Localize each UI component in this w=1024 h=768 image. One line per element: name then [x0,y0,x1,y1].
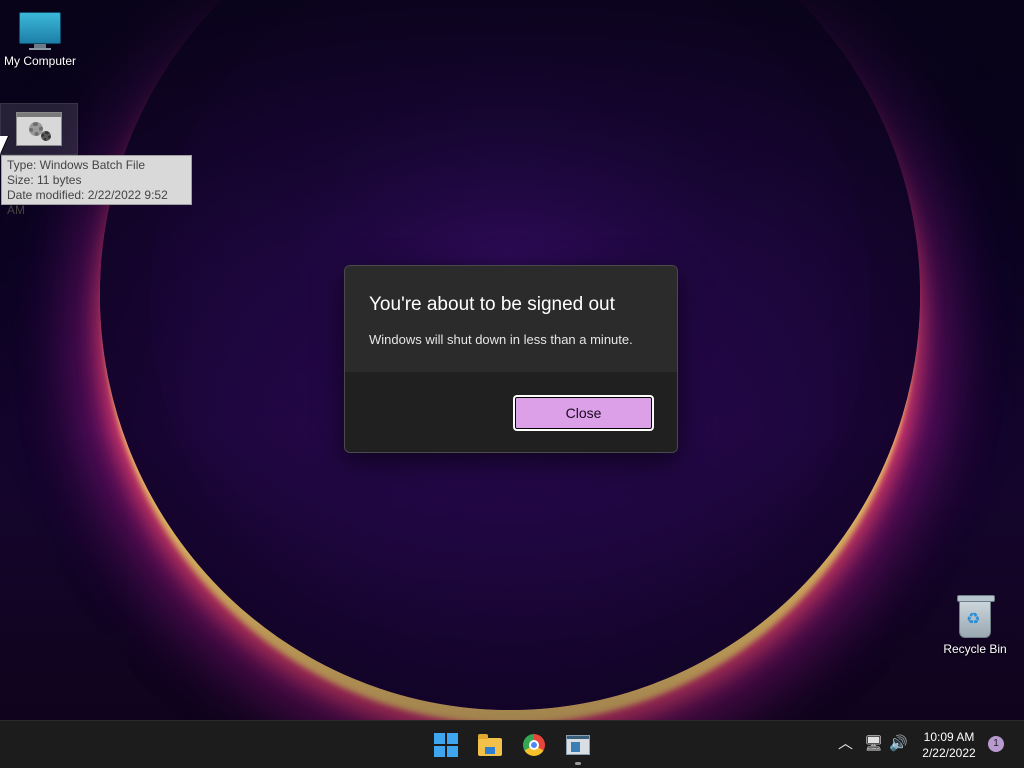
desktop-icon-label: My Computer [3,54,77,68]
batch-file-icon [16,112,62,146]
tooltip-type: Type: Windows Batch File [7,158,146,172]
tooltip-date-modified: Date modified: 2/22/2022 9:52 AM [7,188,168,217]
show-hidden-icons-chevron-icon[interactable]: ︿ [838,734,853,754]
desktop-icon-batch-file[interactable] [0,103,78,155]
dialog-message: Windows will shut down in less than a mi… [369,332,633,347]
sign-out-dialog: You're about to be signed out Windows wi… [344,265,678,453]
monitor-icon [0,12,80,50]
windows-start-icon [434,733,458,757]
close-button[interactable]: Close [513,395,654,431]
notification-badge[interactable]: 1 [988,736,1004,752]
mouse-cursor-icon [0,136,8,154]
tooltip-size: Size: 11 bytes [7,173,82,187]
clock-time: 10:09 AM [923,730,975,744]
dialog-footer: Close [345,372,677,452]
chrome-icon [523,734,545,756]
dialog-title: You're about to be signed out [369,294,615,315]
desktop-icon-recycle-bin[interactable]: ♻ Recycle Bin [935,595,1015,656]
active-app-indicator [575,762,581,765]
app-window-icon [566,735,590,755]
taskbar-app-window[interactable] [562,729,594,761]
start-button[interactable] [430,729,462,761]
recycle-bin-icon: ♻ [957,595,995,638]
taskbar-app-chrome[interactable] [518,729,550,761]
volume-icon[interactable]: 🔊 [889,734,908,754]
folder-icon [478,734,502,756]
dialog-body: You're about to be signed out Windows wi… [345,266,677,372]
clock-date: 2/22/2022 [922,746,976,760]
desktop-icon-label: Recycle Bin [943,642,1007,656]
gear-small-icon [41,131,51,141]
desktop-icon-my-computer[interactable]: My Computer [0,8,80,68]
file-info-tooltip: Type: Windows Batch File Size: 11 bytes … [1,155,192,217]
network-icon[interactable]: 🖥 [864,734,883,754]
taskbar-clock[interactable]: 10:09 AM 2/22/2022 [912,729,986,761]
taskbar-app-file-explorer[interactable] [474,729,506,761]
taskbar: ︿ 🖥 🔊 10:09 AM 2/22/2022 [0,720,1024,768]
